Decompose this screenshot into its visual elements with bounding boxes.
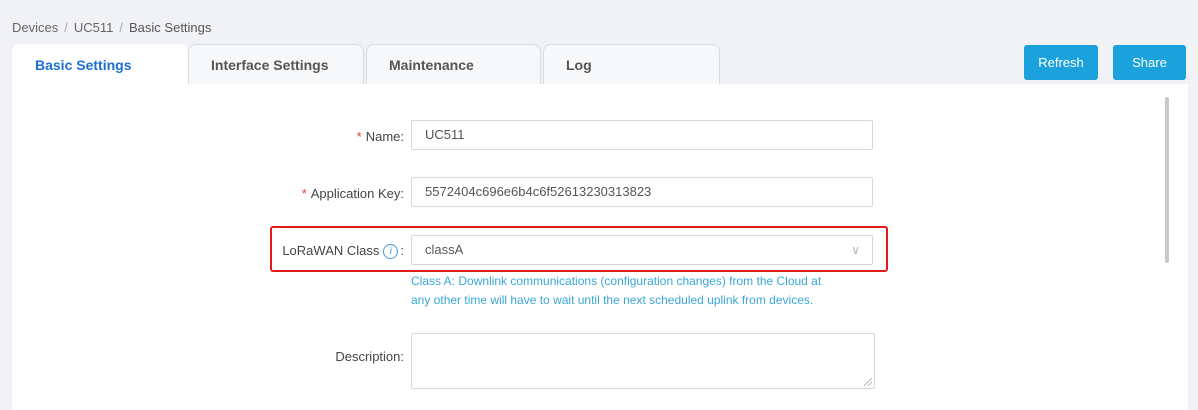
- tab-interface-settings[interactable]: Interface Settings: [188, 44, 364, 84]
- required-mark: *: [356, 129, 362, 144]
- application-key-label: * Application Key:: [301, 186, 404, 201]
- breadcrumb-separator: /: [64, 20, 68, 35]
- required-mark: *: [301, 186, 307, 201]
- description-textarea[interactable]: [411, 333, 875, 389]
- breadcrumb-device[interactable]: UC511: [74, 20, 114, 35]
- lorawan-class-hint: Class A: Downlink communications (config…: [411, 274, 822, 307]
- tab-basic-settings[interactable]: Basic Settings: [12, 44, 188, 84]
- application-key-field[interactable]: 5572404c696e6b4c6f52613230313823: [411, 177, 873, 207]
- tab-maintenance[interactable]: Maintenance: [366, 44, 541, 84]
- breadcrumb: Devices / UC511 / Basic Settings: [12, 20, 211, 35]
- scrollbar[interactable]: [1165, 97, 1169, 263]
- tab-log[interactable]: Log: [543, 44, 720, 84]
- name-field[interactable]: UC511: [411, 120, 873, 150]
- share-button[interactable]: Share: [1113, 45, 1186, 80]
- breadcrumb-devices[interactable]: Devices: [12, 20, 58, 35]
- refresh-button[interactable]: Refresh: [1024, 45, 1098, 80]
- breadcrumb-separator: /: [119, 20, 124, 35]
- resize-handle[interactable]: [864, 378, 872, 386]
- name-label: * Name:: [356, 129, 404, 144]
- highlight-box: [270, 226, 888, 272]
- breadcrumb-current: Basic Settings: [129, 20, 212, 35]
- description-label: Description:: [335, 349, 404, 364]
